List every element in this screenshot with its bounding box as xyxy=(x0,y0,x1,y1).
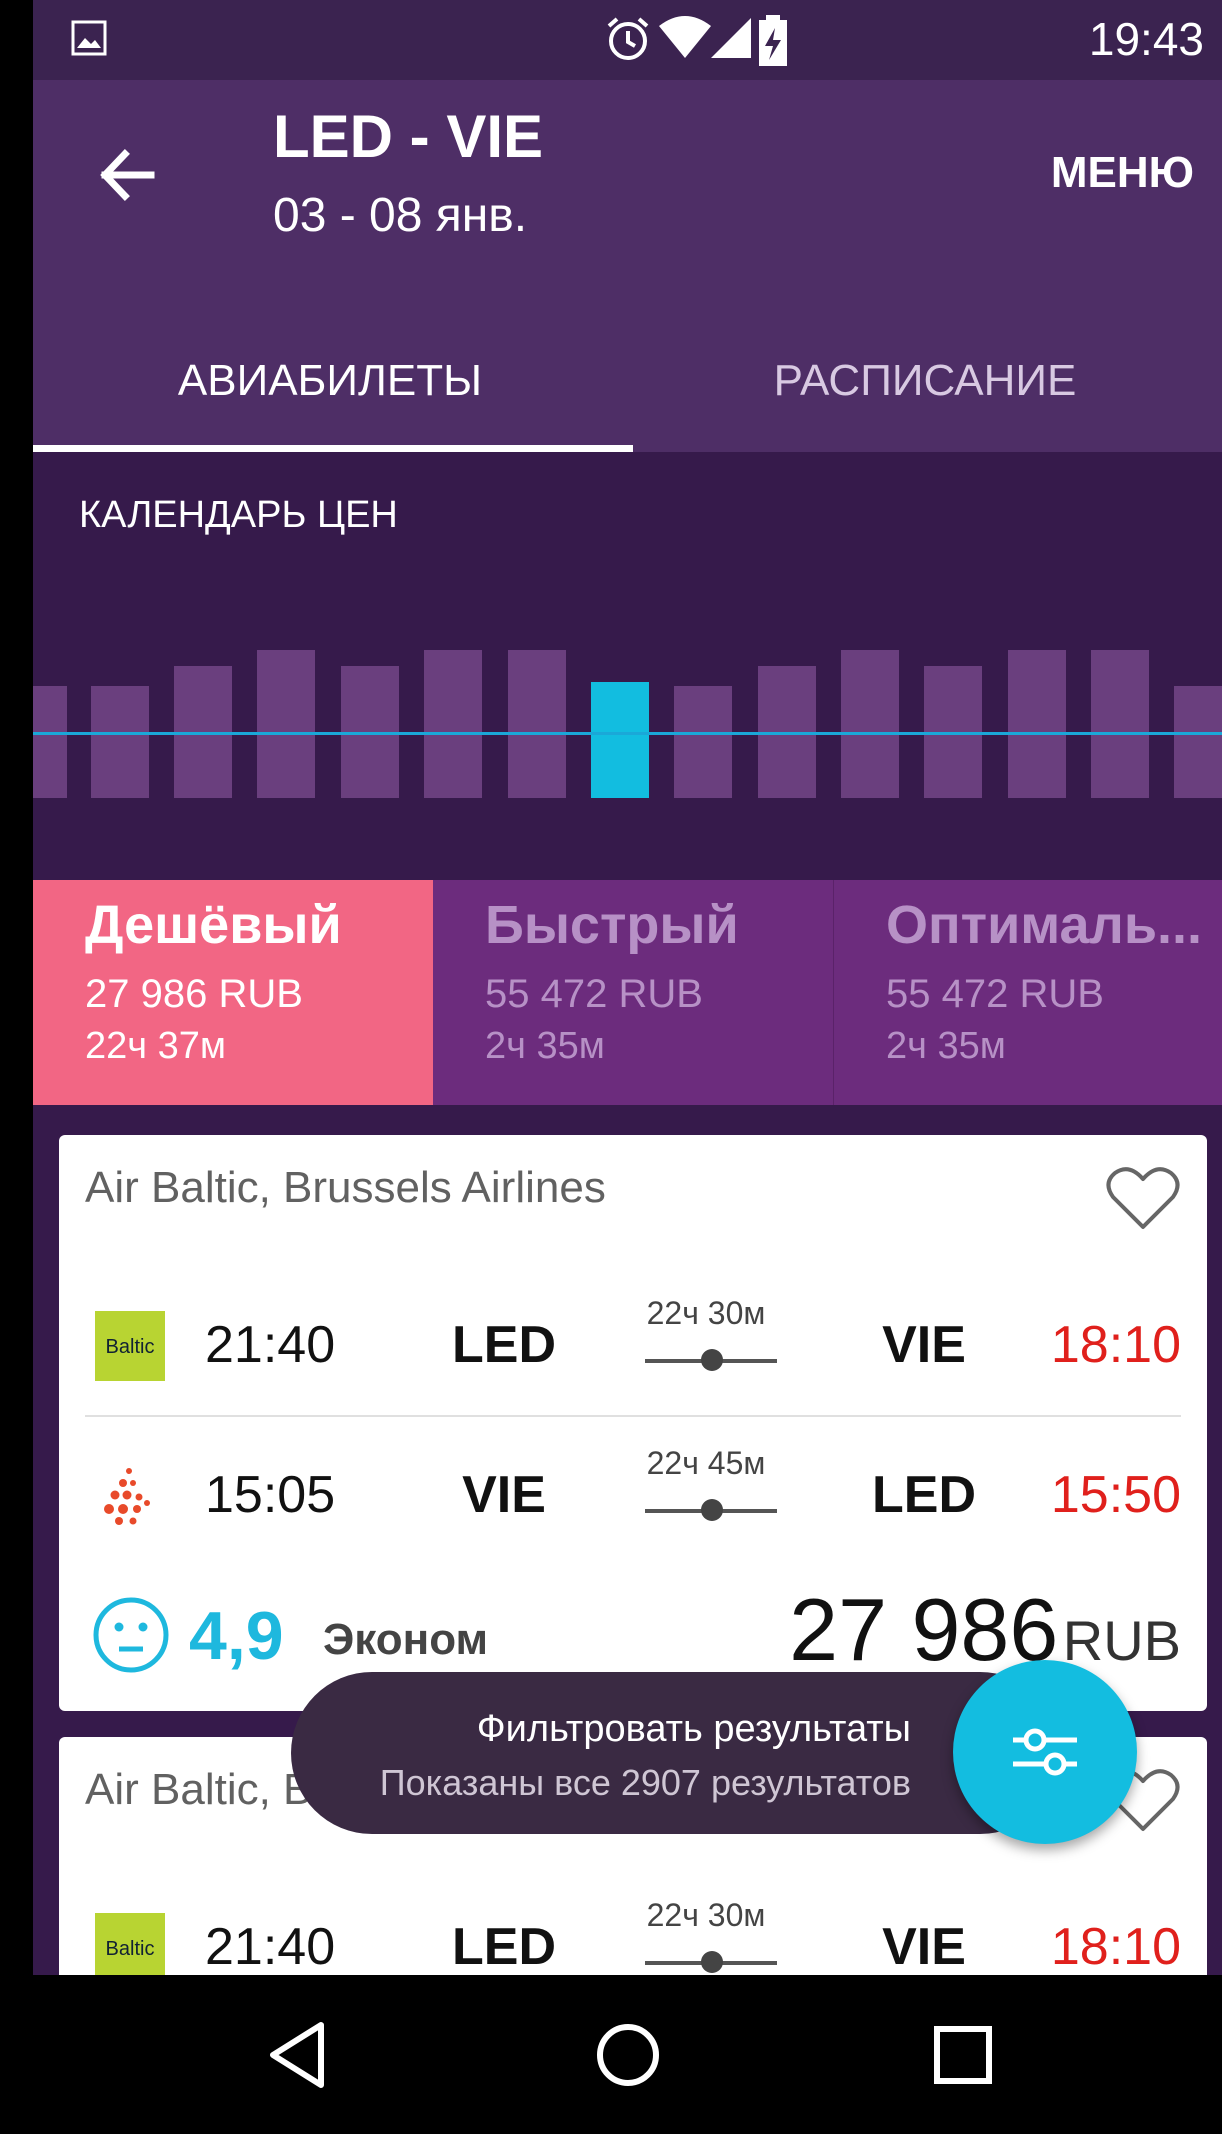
sort-fastest[interactable]: Быстрый 55 472 RUB 2ч 35м xyxy=(433,880,833,1105)
tab-schedule[interactable]: РАСПИСАНИЕ xyxy=(628,320,1222,452)
sort-name: Дешёвый xyxy=(85,895,342,955)
stop-dot xyxy=(701,1499,723,1521)
menu-button[interactable]: МЕНЮ xyxy=(1051,148,1194,198)
filter-sliders-icon xyxy=(1013,1728,1077,1776)
status-time: 19:43 xyxy=(1088,13,1204,65)
filter-subtitle: Показаны все 2907 результатов xyxy=(379,1762,911,1803)
arrival-time: 15:50 xyxy=(1050,1466,1181,1524)
app-header: LED - VIE 03 - 08 янв. МЕНЮ АВИАБИЛЕТЫ Р… xyxy=(33,80,1222,452)
sort-cheapest[interactable]: Дешёвый 27 986 RUB 22ч 37м xyxy=(33,880,433,1105)
price-calendar-bars xyxy=(33,452,1222,880)
airline-names: Air Baltic, Brussels Airlines xyxy=(85,1163,606,1212)
departure-airport: LED xyxy=(452,1316,556,1374)
arrival-airport: VIE xyxy=(882,1316,966,1374)
calendar-day-bar[interactable] xyxy=(674,686,732,798)
departure-time: 21:40 xyxy=(205,1918,336,1975)
sort-duration: 2ч 35м xyxy=(485,1025,605,1067)
phone-screen: 19:43 LED - VIE 03 - 08 янв. МЕНЮ АВИАБИ… xyxy=(33,0,1222,2134)
nav-home-icon[interactable] xyxy=(588,2015,668,2095)
stop-dot xyxy=(701,1349,723,1371)
flight-leg-outbound: Baltic 21:40 LED 22ч 30м VIE 18:10 xyxy=(59,1871,1207,1975)
favorite-heart-icon[interactable] xyxy=(1105,1163,1181,1233)
price-calendar: КАЛЕНДАРЬ ЦЕН xyxy=(33,452,1222,880)
calendar-day-bar[interactable] xyxy=(33,686,67,798)
departure-time: 15:05 xyxy=(205,1466,336,1524)
departure-time: 21:40 xyxy=(205,1316,336,1374)
sort-duration: 22ч 37м xyxy=(85,1025,227,1067)
baltic-logo-icon: Baltic xyxy=(95,1913,165,1975)
price-currency: RUB xyxy=(1062,1609,1181,1672)
travel-dates: 03 - 08 янв. xyxy=(273,189,528,242)
brussels-airlines-logo-icon xyxy=(104,1468,150,1525)
filter-snackbar[interactable]: Фильтровать результаты Показаны все 2907… xyxy=(291,1672,1061,1834)
flight-leg-outbound: Baltic 21:40 LED 22ч 30м VIE 18:10 xyxy=(59,1269,1207,1409)
alarm-icon xyxy=(607,17,649,60)
calendar-day-bar[interactable] xyxy=(1091,650,1149,798)
rating-face-icon xyxy=(93,1597,169,1673)
sort-options: Дешёвый 27 986 RUB 22ч 37м Быстрый 55 47… xyxy=(33,880,1222,1105)
tab-bar: АВИАБИЛЕТЫ РАСПИСАНИЕ xyxy=(33,320,1222,452)
departure-airport: VIE xyxy=(462,1466,546,1524)
sort-name: Оптималь... xyxy=(886,895,1203,955)
sort-duration: 2ч 35м xyxy=(886,1025,1006,1067)
calendar-day-bar[interactable] xyxy=(424,650,482,798)
calendar-day-bar-selected[interactable] xyxy=(591,682,649,798)
result-card[interactable]: Air Baltic, Brussels Airlines Baltic 21:… xyxy=(59,1135,1207,1711)
arrival-airport: VIE xyxy=(882,1918,966,1975)
flight-duration: 22ч 30м xyxy=(646,1295,766,1331)
departure-airport: LED xyxy=(452,1918,556,1975)
calendar-day-bar[interactable] xyxy=(508,650,566,798)
back-arrow-icon[interactable] xyxy=(93,140,163,210)
calendar-day-bar[interactable] xyxy=(1008,650,1066,798)
svg-text:Baltic: Baltic xyxy=(106,1938,155,1960)
flight-duration: 22ч 45м xyxy=(646,1445,766,1481)
svg-text:Baltic: Baltic xyxy=(106,1336,155,1358)
calendar-day-bar[interactable] xyxy=(841,650,899,798)
nav-recents-icon[interactable] xyxy=(923,2015,1003,2095)
arrival-time: 18:10 xyxy=(1050,1918,1181,1975)
image-notification-icon xyxy=(71,20,107,56)
flight-leg-return: 15:05 VIE 22ч 45м LED 15:50 xyxy=(59,1419,1207,1559)
system-nav-bar xyxy=(33,1975,1222,2134)
rating-value: 4,9 xyxy=(189,1598,284,1674)
battery-charging-icon xyxy=(759,15,787,66)
tab-flights[interactable]: АВИАБИЛЕТЫ xyxy=(33,320,627,452)
arrival-airport: LED xyxy=(872,1466,976,1524)
status-bar: 19:43 xyxy=(33,0,1222,80)
ticket-price: 27 986 RUB xyxy=(789,1579,1181,1681)
nav-back-icon[interactable] xyxy=(261,2015,341,2095)
leg-divider xyxy=(85,1415,1181,1417)
calendar-day-bar[interactable] xyxy=(91,686,149,798)
results-list: Air Baltic, Brussels Airlines Baltic 21:… xyxy=(33,1105,1222,1975)
calendar-day-bar[interactable] xyxy=(257,650,315,798)
filter-title: Фильтровать результаты xyxy=(476,1708,911,1750)
sort-name: Быстрый xyxy=(485,895,739,955)
cabin-class: Эконом xyxy=(323,1615,489,1664)
cell-signal-icon xyxy=(711,18,751,58)
sort-price: 55 472 RUB xyxy=(886,972,1104,1016)
sort-optimal[interactable]: Оптималь... 55 472 RUB 2ч 35м xyxy=(833,880,1222,1105)
filter-fab-button[interactable] xyxy=(953,1660,1137,1844)
price-reference-line xyxy=(33,732,1222,735)
sort-price: 55 472 RUB xyxy=(485,972,703,1016)
stop-dot xyxy=(701,1951,723,1973)
flight-duration: 22ч 30м xyxy=(646,1897,766,1933)
wifi-icon xyxy=(659,16,711,58)
baltic-logo-icon: Baltic xyxy=(95,1311,165,1381)
calendar-day-bar[interactable] xyxy=(1174,686,1222,798)
route-title: LED - VIE xyxy=(273,103,544,170)
sort-price: 27 986 RUB xyxy=(85,972,303,1016)
tab-indicator xyxy=(33,445,633,452)
arrival-time: 18:10 xyxy=(1050,1316,1181,1374)
